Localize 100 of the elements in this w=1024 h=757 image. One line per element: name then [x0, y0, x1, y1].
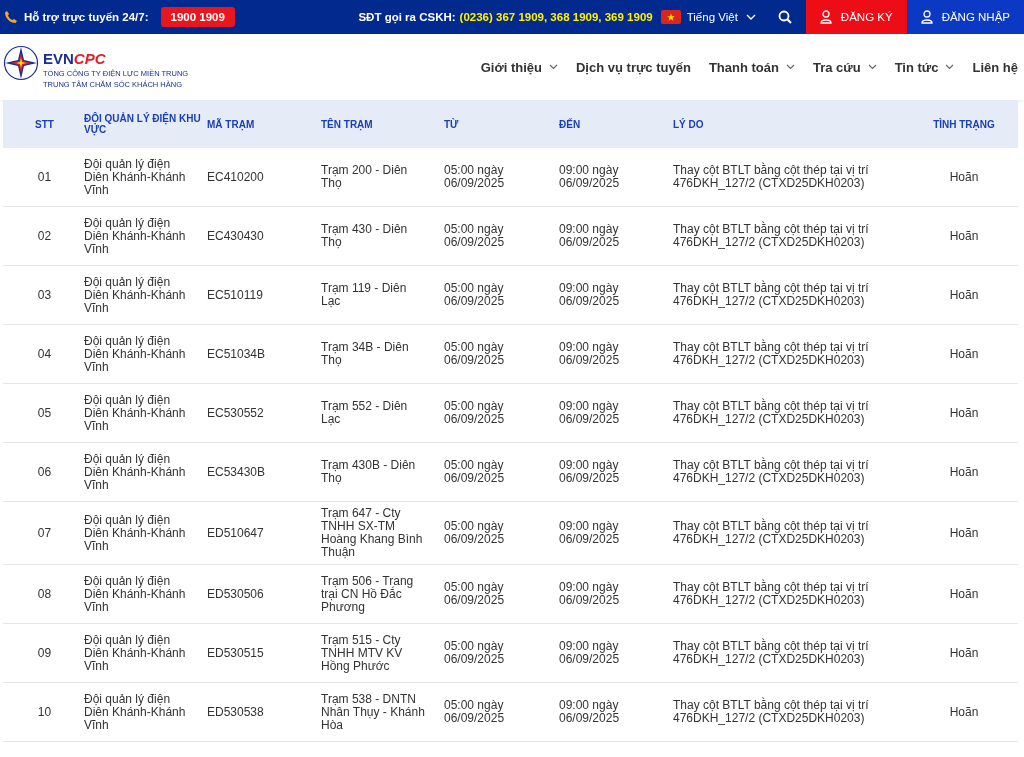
station-name: Trạm 647 - Cty TNHH SX-TM Hoàng Khang Bình Thuận: [321, 506, 423, 559]
start-time: 05:00 ngày 06/09/2025: [444, 222, 505, 249]
end-time: 09:00 ngày 06/09/2025: [559, 519, 620, 546]
status: Hoãn: [949, 346, 979, 361]
management-team: Đội quản lý điện Diên Khánh-Khánh Vĩnh: [84, 573, 186, 614]
station-code: ED510647: [207, 525, 264, 540]
start-time: 05:00 ngày 06/09/2025: [444, 580, 505, 607]
management-team: Đội quản lý điện Diên Khánh-Khánh Vĩnh: [84, 333, 186, 374]
column-header: LÝ DO: [673, 118, 704, 130]
nav-link[interactable]: Tra cứu: [812, 59, 877, 75]
status: Hoãn: [949, 645, 979, 660]
management-team: Đội quản lý điện Diên Khánh-Khánh Vĩnh: [84, 512, 186, 553]
row-number: 07: [37, 525, 52, 540]
column-header: TỪ: [444, 118, 459, 130]
reason: Thay cột BTLT bằng cột thép tại vị trí 476DKH_127/2 (CTXD25DKH0203): [673, 580, 869, 607]
end-time: 09:00 ngày 06/09/2025: [559, 281, 620, 308]
station-name: Trạm 200 - Diên Thọ: [321, 163, 408, 190]
nav-link[interactable]: Liên hệ: [972, 59, 1018, 75]
start-time: 05:00 ngày 06/09/2025: [444, 458, 505, 485]
management-team: Đội quản lý điện Diên Khánh-Khánh Vĩnh: [84, 274, 186, 315]
start-time: 05:00 ngày 06/09/2025: [444, 639, 505, 666]
search-icon[interactable]: [777, 10, 792, 24]
start-time: 05:00 ngày 06/09/2025: [444, 519, 505, 546]
row-number: 04: [37, 346, 52, 361]
station-name: Trạm 119 - Diên Lạc: [321, 281, 407, 308]
station-code: EC530552: [207, 405, 264, 420]
nav-link[interactable]: Dịch vụ trực tuyến: [576, 59, 691, 75]
station-code: EC410200: [207, 169, 264, 184]
status: Hoãn: [949, 704, 979, 719]
logo-star-icon: [3, 45, 39, 81]
status: Hoãn: [949, 586, 979, 601]
management-team: Đội quản lý điện Diên Khánh-Khánh Vĩnh: [84, 156, 186, 197]
row-number: 02: [37, 228, 52, 243]
cskh-numbers: (0236) 367 1909, 368 1909, 369 1909: [459, 11, 653, 23]
start-time: 05:00 ngày 06/09/2025: [444, 399, 505, 426]
row-number: 06: [37, 464, 52, 479]
nav-link[interactable]: Thanh toán: [708, 59, 795, 75]
status: Hoãn: [949, 525, 979, 540]
management-team: Đội quản lý điện Diên Khánh-Khánh Vĩnh: [84, 632, 186, 673]
station-code: EC51034B: [207, 346, 266, 361]
support-label: Hỗ trợ trực tuyến 24/7:: [24, 11, 149, 23]
user-icon: [920, 10, 933, 24]
reason: Thay cột BTLT bằng cột thép tại vị trí 476DKH_127/2 (CTXD25DKH0203): [673, 399, 869, 426]
status: Hoãn: [949, 287, 979, 302]
reason: Thay cột BTLT bằng cột thép tại vị trí 476DKH_127/2 (CTXD25DKH0203): [673, 458, 869, 485]
login-button[interactable]: ĐĂNG NHẬP: [906, 0, 1024, 34]
end-time: 09:00 ngày 06/09/2025: [559, 698, 620, 725]
station-code: EC53430B: [207, 464, 266, 479]
language-selector[interactable]: Tiếng Việt: [686, 11, 764, 23]
status: Hoãn: [949, 464, 979, 479]
station-name: Trạm 430B - Diên Thọ: [321, 458, 416, 485]
station-name: Trạm 552 - Diên Lạc: [321, 399, 408, 426]
column-header: STT: [35, 118, 54, 130]
station-code: ED530515: [207, 645, 264, 660]
reason: Thay cột BTLT bằng cột thép tại vị trí 476DKH_127/2 (CTXD25DKH0203): [673, 222, 869, 249]
status: Hoãn: [949, 169, 979, 184]
station-name: Trạm 34B - Diên Thọ: [321, 340, 409, 367]
brand-name: EVNCPC: [43, 50, 107, 67]
hotline-badge[interactable]: 1900 1909: [160, 7, 235, 27]
station-code: EC510119: [207, 287, 263, 302]
status: Hoãn: [949, 405, 979, 420]
end-time: 09:00 ngày 06/09/2025: [559, 222, 620, 249]
start-time: 05:00 ngày 06/09/2025: [444, 340, 505, 367]
row-number: 10: [37, 704, 52, 719]
start-time: 05:00 ngày 06/09/2025: [444, 698, 505, 725]
nav-link[interactable]: Giới thiệu: [480, 59, 558, 75]
reason: Thay cột BTLT bằng cột thép tại vị trí 476DKH_127/2 (CTXD25DKH0203): [673, 698, 869, 725]
reason: Thay cột BTLT bằng cột thép tại vị trí 476DKH_127/2 (CTXD25DKH0203): [673, 639, 869, 666]
column-header: TÊN TRẠM: [321, 118, 373, 130]
start-time: 05:00 ngày 06/09/2025: [444, 281, 505, 308]
cskh-label: SĐT gọi ra CSKH:: [358, 11, 456, 23]
end-time: 09:00 ngày 06/09/2025: [559, 340, 620, 367]
reason: Thay cột BTLT bằng cột thép tại vị trí 476DKH_127/2 (CTXD25DKH0203): [673, 340, 869, 367]
register-button[interactable]: ĐĂNG KÝ: [805, 0, 907, 34]
reason: Thay cột BTLT bằng cột thép tại vị trí 476DKH_127/2 (CTXD25DKH0203): [673, 163, 869, 190]
column-header: ĐẾN: [559, 118, 581, 130]
row-number: 08: [37, 586, 52, 601]
end-time: 09:00 ngày 06/09/2025: [559, 580, 620, 607]
end-time: 09:00 ngày 06/09/2025: [559, 639, 620, 666]
phone-icon: [4, 10, 18, 24]
management-team: Đội quản lý điện Diên Khánh-Khánh Vĩnh: [84, 691, 186, 732]
row-number: 09: [37, 645, 52, 660]
column-header: ĐỘI QUẢN LÝ ĐIỆN KHU VỰC: [84, 113, 201, 135]
flag-icon: [660, 10, 681, 24]
reason: Thay cột BTLT bằng cột thép tại vị trí 476DKH_127/2 (CTXD25DKH0203): [673, 281, 869, 308]
end-time: 09:00 ngày 06/09/2025: [559, 163, 620, 190]
row-number: 05: [37, 405, 52, 420]
user-icon: [819, 10, 832, 24]
station-name: Trạm 506 - Trang trại CN Hồ Đắc Phương: [321, 573, 414, 614]
station-name: Trạm 538 - DNTN Nhân Thụy - Khánh Hòa: [321, 691, 425, 732]
end-time: 09:00 ngày 06/09/2025: [559, 458, 620, 485]
nav-link[interactable]: Tin tức: [894, 59, 955, 75]
station-name: Trạm 515 - Cty TNHH MTV KV Hồng Phước: [321, 632, 403, 673]
start-time: 05:00 ngày 06/09/2025: [444, 163, 505, 190]
management-team: Đội quản lý điện Diên Khánh-Khánh Vĩnh: [84, 451, 186, 492]
station-code: ED530538: [207, 704, 264, 719]
chevron-down-icon: [745, 14, 756, 20]
column-header: MÃ TRẠM: [207, 118, 255, 130]
reason: Thay cột BTLT bằng cột thép tại vị trí 476DKH_127/2 (CTXD25DKH0203): [673, 519, 869, 546]
end-time: 09:00 ngày 06/09/2025: [559, 399, 620, 426]
